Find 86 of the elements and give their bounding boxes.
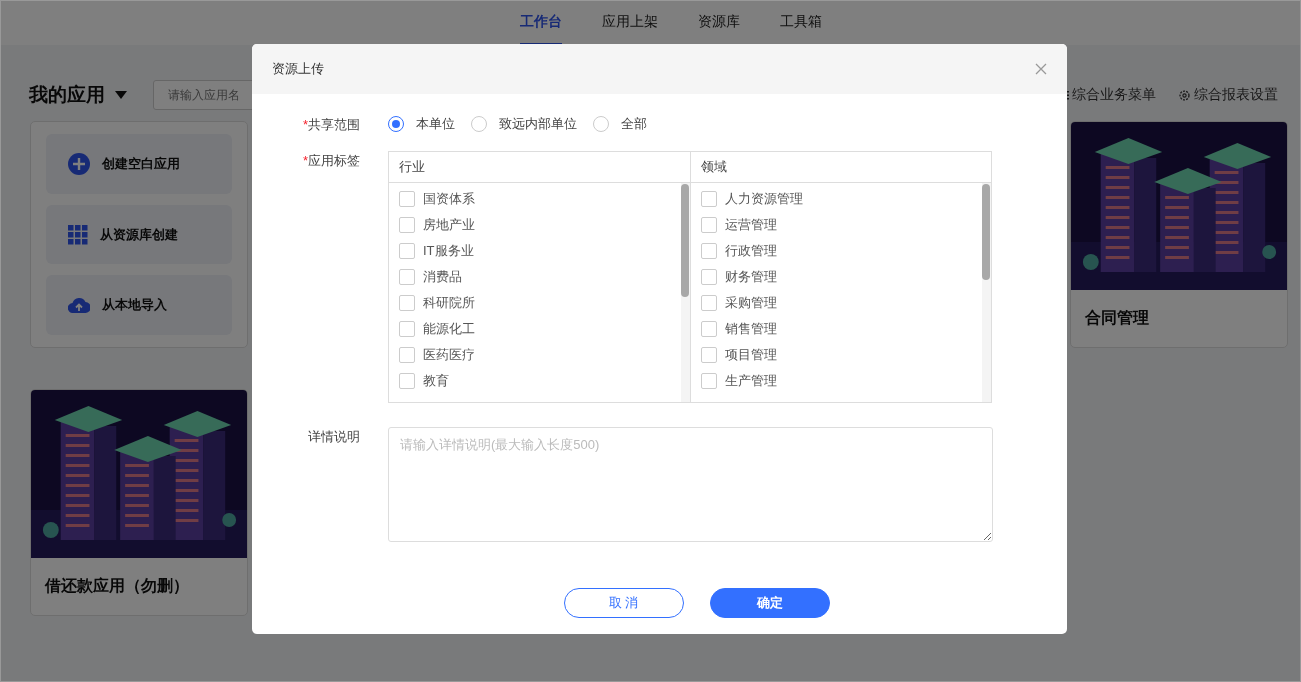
field-label: 详情说明 <box>307 428 361 446</box>
cancel-button[interactable]: 取 消 <box>563 588 684 618</box>
app-card-title: 合同管理 <box>1084 308 1150 328</box>
tag-label[interactable]: 国资体系 <box>423 190 475 208</box>
checkbox[interactable] <box>399 295 415 311</box>
tag-label[interactable]: IT服务业 <box>423 242 474 260</box>
tag-label[interactable]: 消费品 <box>423 268 462 286</box>
page-title: 我的应用 <box>29 83 105 107</box>
tag-option[interactable]: 项目管理 <box>700 342 982 368</box>
column-header: 领域 <box>690 152 991 183</box>
settings-icon <box>1178 88 1191 102</box>
cloud-upload-icon <box>68 297 90 314</box>
tag-option[interactable]: IT服务业 <box>399 238 681 264</box>
link-label[interactable]: 综合报表设置 <box>1194 86 1278 104</box>
field-label: *应用标签 <box>301 152 361 170</box>
tag-label[interactable]: 科研院所 <box>423 294 475 312</box>
field-label: *共享范围 <box>301 116 361 134</box>
checkbox[interactable] <box>399 243 415 259</box>
radio-option[interactable]: 本单位 <box>388 115 455 133</box>
tag-label[interactable]: 教育 <box>423 372 449 390</box>
checkbox[interactable] <box>700 217 717 233</box>
tag-option[interactable]: 科研院所 <box>399 290 681 316</box>
checkbox[interactable] <box>700 269 717 285</box>
scrollbar[interactable] <box>982 183 991 402</box>
checkbox[interactable] <box>700 373 717 389</box>
app-card[interactable]: 合同管理 <box>1070 121 1288 348</box>
tag-option[interactable]: 采购管理 <box>700 290 982 316</box>
button-label[interactable]: 创建空白应用 <box>102 154 180 173</box>
tag-option[interactable]: 财务管理 <box>700 264 982 290</box>
dialog-title: 资源上传 <box>272 60 324 78</box>
plus-icon <box>68 152 90 175</box>
checkbox[interactable] <box>700 243 717 259</box>
checkbox[interactable] <box>399 269 415 285</box>
tag-label[interactable]: 房地产业 <box>423 216 475 234</box>
checkbox[interactable] <box>399 217 415 233</box>
checkbox[interactable] <box>700 191 717 207</box>
tag-option[interactable]: 房地产业 <box>399 212 681 238</box>
tag-label[interactable]: 能源化工 <box>423 320 475 338</box>
checkbox[interactable] <box>700 347 717 363</box>
scrollbar-thumb[interactable] <box>680 184 689 297</box>
link-item[interactable]: 综合报表设置 <box>1178 86 1278 104</box>
create-app-button[interactable]: 创建空白应用 <box>46 134 232 194</box>
tag-option[interactable]: 国资体系 <box>399 186 681 212</box>
description-field[interactable]: 请输入详情说明(最大输入长度500) <box>388 427 993 542</box>
grid-icon <box>68 224 88 245</box>
column-header: 行业 <box>389 152 690 183</box>
create-app-button[interactable]: 从资源库创建 <box>46 204 232 265</box>
scrollbar-thumb[interactable] <box>982 184 990 280</box>
radio-label[interactable]: 本单位 <box>416 115 455 133</box>
app-card-title: 借还款应用（勿删） <box>43 576 190 596</box>
tag-option[interactable]: 人力资源管理 <box>700 186 982 212</box>
tag-option[interactable]: 行政管理 <box>700 238 982 264</box>
tag-option[interactable]: 能源化工 <box>399 316 681 342</box>
radio-option[interactable]: 全部 <box>593 115 647 133</box>
tag-label[interactable]: 财务管理 <box>724 268 777 286</box>
tag-option[interactable]: 销售管理 <box>700 316 982 342</box>
radio-label[interactable]: 全部 <box>621 115 647 133</box>
tag-option[interactable]: 消费品 <box>399 264 681 290</box>
button-label[interactable]: 从资源库创建 <box>100 225 178 244</box>
checkbox[interactable] <box>399 373 415 389</box>
confirm-button[interactable]: 确定 <box>709 588 830 618</box>
checkbox[interactable] <box>700 321 717 337</box>
tag-label[interactable]: 采购管理 <box>724 294 777 312</box>
tag-label[interactable]: 项目管理 <box>724 346 777 364</box>
radio-label[interactable]: 致远内部单位 <box>499 115 577 133</box>
caret-icon[interactable] <box>115 91 127 99</box>
tag-label[interactable]: 行政管理 <box>724 242 777 260</box>
checkbox[interactable] <box>399 347 415 363</box>
tag-option[interactable]: 教育 <box>399 368 681 394</box>
radio-option[interactable]: 致远内部单位 <box>471 115 577 133</box>
tag-label[interactable]: 生产管理 <box>724 372 777 390</box>
checkbox[interactable] <box>700 295 717 311</box>
close-icon[interactable] <box>1035 63 1047 75</box>
checkbox[interactable] <box>399 191 415 207</box>
button-label[interactable]: 从本地导入 <box>102 296 167 315</box>
tag-label[interactable]: 销售管理 <box>724 320 777 338</box>
tag-option[interactable]: 运营管理 <box>700 212 982 238</box>
tag-option[interactable]: 医药医疗 <box>399 342 681 368</box>
tag-label[interactable]: 运营管理 <box>724 216 777 234</box>
tag-label[interactable]: 人力资源管理 <box>724 190 803 208</box>
tag-label[interactable]: 医药医疗 <box>423 346 475 364</box>
create-app-button[interactable]: 从本地导入 <box>46 275 232 335</box>
app-card[interactable]: 借还款应用（勿删） <box>30 389 248 616</box>
checkbox[interactable] <box>399 321 415 337</box>
scrollbar[interactable] <box>680 183 690 402</box>
tag-option[interactable]: 生产管理 <box>700 368 982 394</box>
